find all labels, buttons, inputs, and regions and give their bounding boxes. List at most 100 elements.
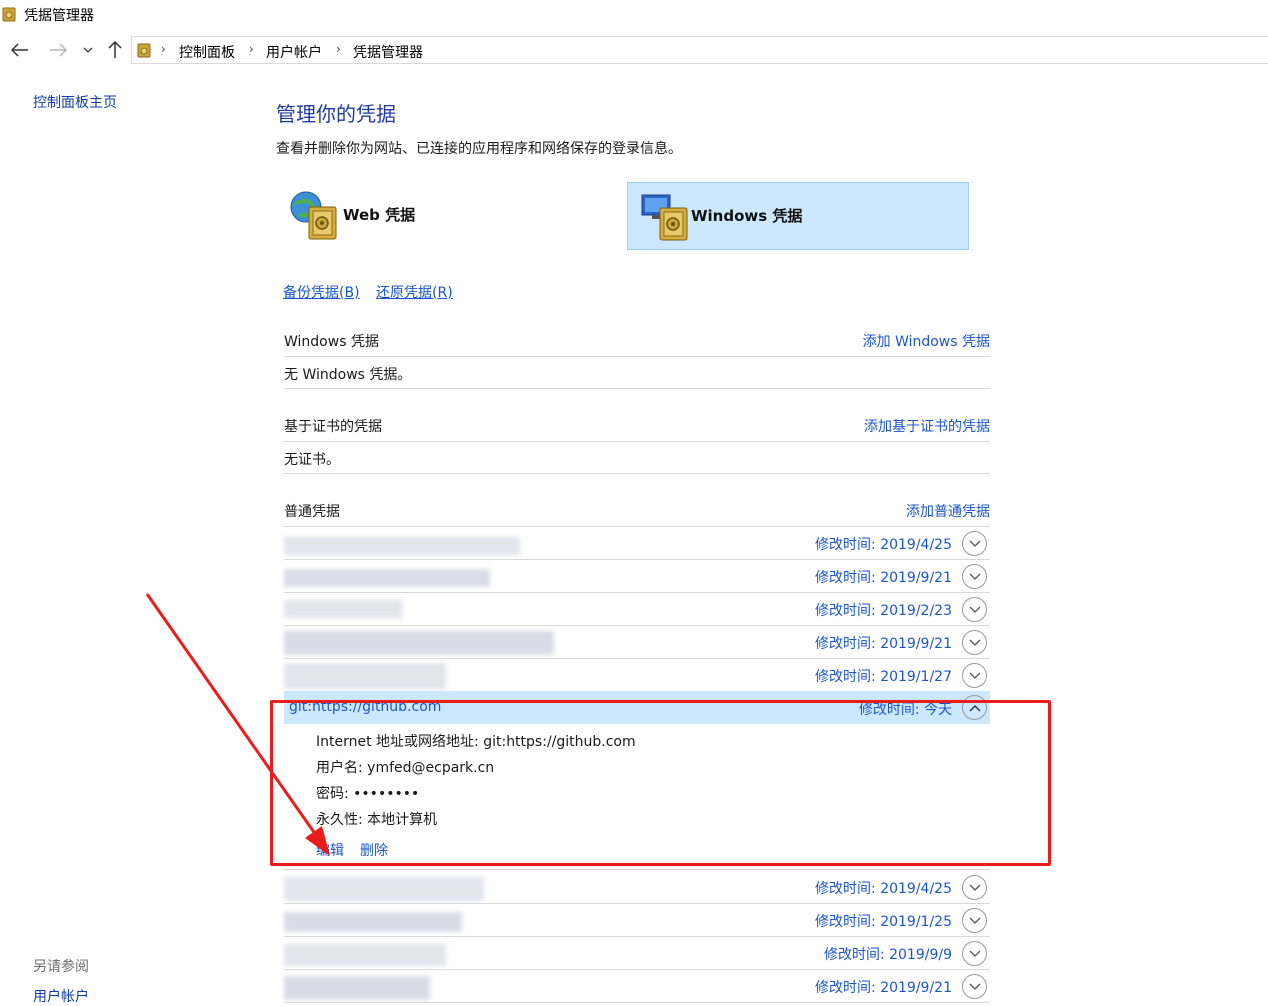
redacted-credential-name [284,569,490,587]
modified-date: 修改时间: 2019/4/25 [815,537,952,553]
expand-chevron-icon [969,639,980,646]
redacted-credential-name [284,600,402,618]
modified-date: 修改时间: 2019/4/25 [815,881,952,897]
add-windows-credential-link[interactable]: 添加 Windows 凭据 [863,331,990,351]
credential-username: 用户名: ymfed@ecpark.cn [316,760,495,776]
expand-button[interactable] [962,531,987,556]
expand-chevron-icon [969,573,980,580]
divider [284,356,990,357]
forward-arrow-icon [50,43,67,57]
expand-button[interactable] [962,974,987,999]
credential-row[interactable]: 修改时间: 2019/4/25 [284,527,990,560]
expand-chevron-icon [969,950,980,957]
see-also-label: 另请参阅 [33,959,89,975]
breadcrumb-separator: › [249,42,254,56]
credential-row[interactable]: 修改时间: 2019/9/21 [284,626,990,659]
windows-credentials-section-title: Windows 凭据 [284,334,379,350]
expand-button[interactable] [962,663,987,688]
monitor-safe-icon [641,194,688,241]
control-panel-home-link[interactable]: 控制面板主页 [33,92,117,112]
modified-date: 修改时间: 今天 [858,702,952,718]
back-button[interactable] [8,39,32,61]
backup-credentials-link[interactable]: 备份凭据(B) [283,282,360,302]
breadcrumb-separator: › [336,42,341,56]
web-credentials-tab[interactable]: Web 凭据 [283,182,613,250]
navigation-bar: › 控制面板 › 用户帐户 › 凭据管理器 [0,34,1268,66]
credential-row[interactable]: 修改时间: 2019/2/23 [284,593,990,626]
redacted-credential-name [284,912,462,932]
globe-safe-icon [290,191,337,240]
expand-button[interactable] [962,908,987,933]
modified-date: 修改时间: 2019/9/9 [823,947,952,963]
redacted-credential-name [284,663,446,689]
credential-persistence: 永久性: 本地计算机 [316,812,438,828]
divider [284,869,990,870]
breadcrumb-user-accounts[interactable]: 用户帐户 [266,42,322,62]
credential-address: Internet 地址或网络地址: git:https://github.com [316,734,636,750]
address-bar[interactable]: › 控制面板 › 用户帐户 › 凭据管理器 [131,36,1268,64]
window-title: 凭据管理器 [24,8,94,24]
collapse-chevron-icon [969,704,980,711]
redacted-credential-name [284,944,446,966]
up-arrow-icon [108,41,122,58]
credential-row[interactable]: 修改时间: 2019/1/27 [284,659,990,692]
collapse-button[interactable] [962,695,987,720]
title-bar: 凭据管理器 [0,0,1268,30]
expand-chevron-icon [969,917,980,924]
add-certificate-credential-link[interactable]: 添加基于证书的凭据 [864,416,990,436]
expand-chevron-icon [969,672,980,679]
web-credentials-label: Web 凭据 [343,206,416,224]
credential-row[interactable]: 修改时间: 2019/1/25 [284,904,990,937]
credential-name: git:https://github.com [289,699,442,715]
modified-date: 修改时间: 2019/9/21 [815,570,952,586]
redacted-credential-name [284,976,430,1000]
no-certificates-text: 无证书。 [284,452,340,468]
credential-row[interactable]: 修改时间: 2019/9/21 [284,560,990,593]
recent-locations-button[interactable] [78,39,98,61]
expand-chevron-icon [969,884,980,891]
expand-button[interactable] [962,941,987,966]
breadcrumb-control-panel[interactable]: 控制面板 [179,42,235,62]
modified-date: 修改时间: 2019/9/21 [815,980,952,996]
modified-date: 修改时间: 2019/1/27 [815,669,952,685]
expanded-credential-header[interactable]: git:https://github.com 修改时间: 今天 [284,691,990,724]
credential-password: 密码: •••••••• [316,786,420,802]
expand-button[interactable] [962,630,987,655]
expand-button[interactable] [962,597,987,622]
generic-credentials-section-title: 普通凭据 [284,504,340,520]
modified-date: 修改时间: 2019/2/23 [815,603,952,619]
divider [284,388,990,389]
no-windows-credentials-text: 无 Windows 凭据。 [284,367,412,383]
back-arrow-icon [11,43,28,57]
safe-icon [137,43,151,58]
expand-chevron-icon [969,983,980,990]
credential-row[interactable]: 修改时间: 2019/9/21 [284,970,990,1003]
divider [284,473,990,474]
redacted-credential-name [284,631,554,655]
expand-chevron-icon [969,606,980,613]
credential-row[interactable]: 修改时间: 2019/4/25 [284,871,990,904]
page-title: 管理你的凭据 [276,102,396,126]
breadcrumb-credential-manager[interactable]: 凭据管理器 [353,42,423,62]
credential-row[interactable]: 修改时间: 2019/9/9 [284,937,990,970]
redacted-credential-name [284,537,520,555]
restore-credentials-link[interactable]: 还原凭据(R) [376,282,453,302]
add-generic-credential-link[interactable]: 添加普通凭据 [906,501,990,521]
forward-button[interactable] [46,39,70,61]
modified-date: 修改时间: 2019/9/21 [815,636,952,652]
windows-credentials-tab[interactable]: Windows 凭据 [627,182,969,250]
certificate-credentials-section-title: 基于证书的凭据 [284,419,382,435]
expand-button[interactable] [962,564,987,589]
expand-button[interactable] [962,875,987,900]
windows-credentials-label: Windows 凭据 [691,207,803,225]
edit-credential-link[interactable]: 编辑 [316,840,344,860]
chevron-down-icon [83,47,93,53]
delete-credential-link[interactable]: 删除 [360,840,388,860]
page-subtitle: 查看并删除你为网站、已连接的应用程序和网络保存的登录信息。 [276,141,682,157]
modified-date: 修改时间: 2019/1/25 [815,914,952,930]
credential-safe-icon [2,7,16,22]
up-button[interactable] [103,39,127,61]
expand-chevron-icon [969,540,980,547]
user-accounts-link[interactable]: 用户帐户 [33,986,89,1006]
breadcrumb-separator: › [161,42,166,56]
